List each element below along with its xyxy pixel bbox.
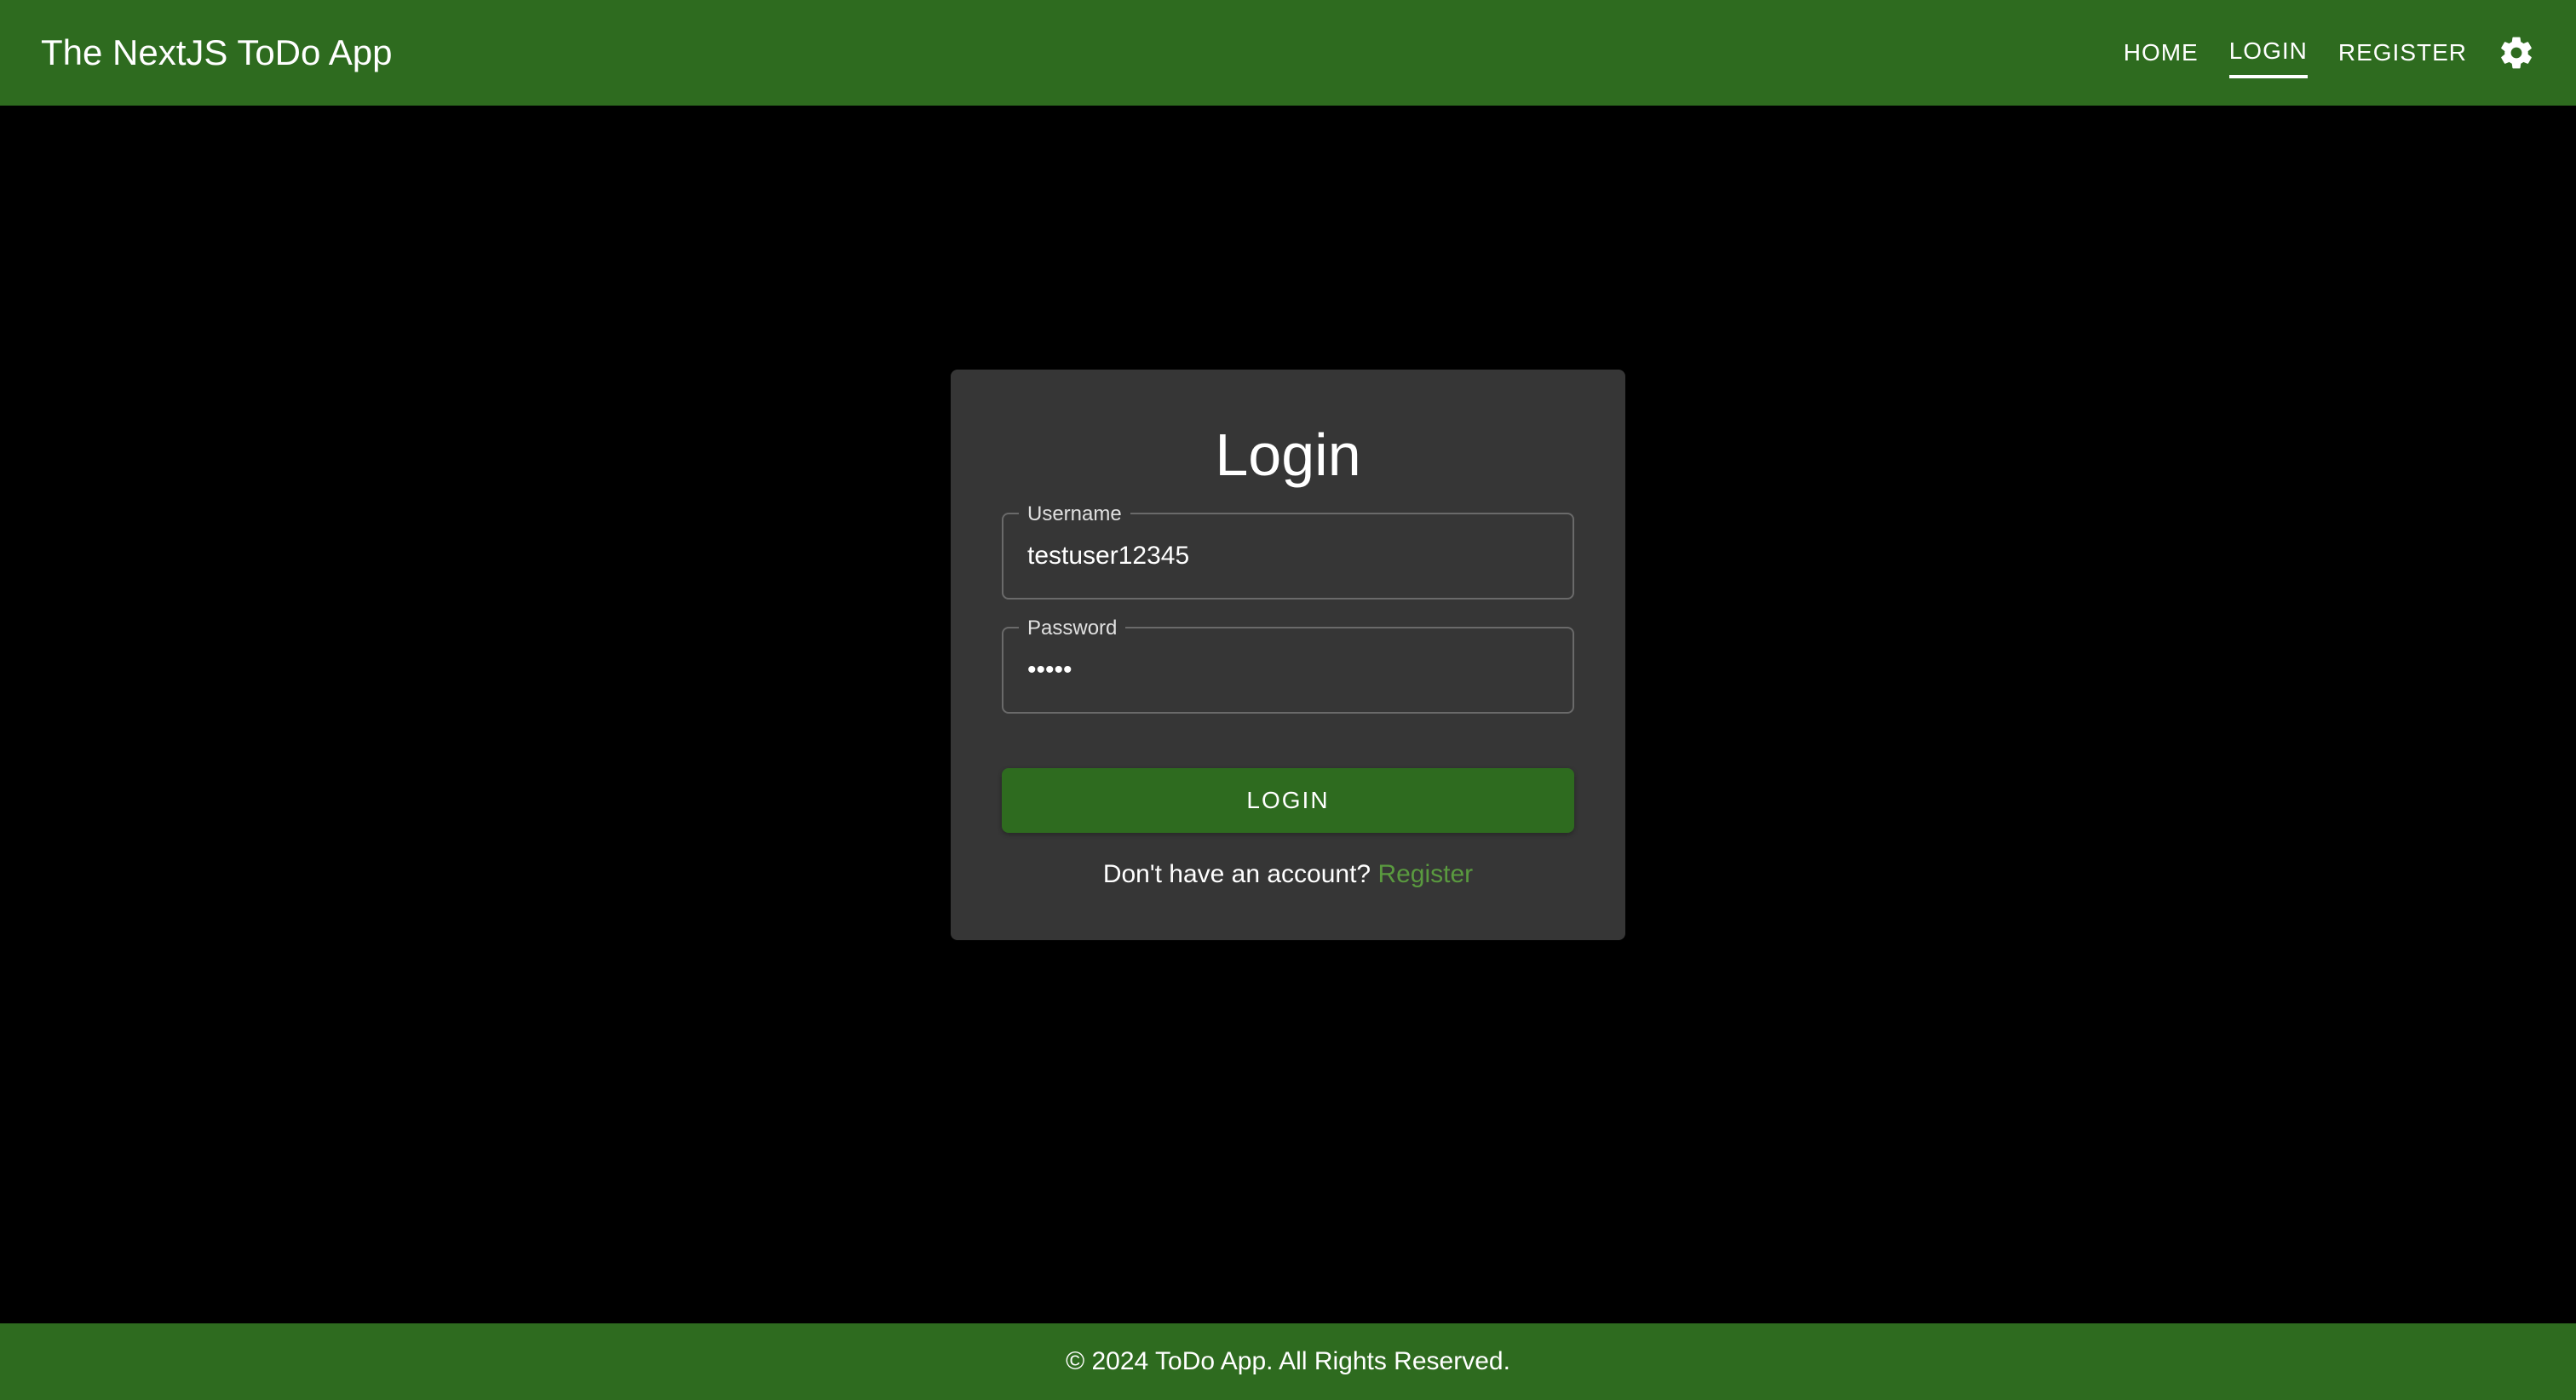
app-footer: © 2024 ToDo App. All Rights Reserved. — [0, 1323, 2576, 1400]
nav-home[interactable]: HOME — [2124, 29, 2199, 77]
app-title: The NextJS ToDo App — [41, 32, 392, 73]
nav-links: HOME LOGIN REGISTER — [2124, 27, 2535, 78]
login-card: Login Username Password LOGIN Don't have… — [951, 370, 1625, 940]
nav-login[interactable]: LOGIN — [2229, 27, 2308, 78]
register-link[interactable]: Register — [1377, 860, 1473, 888]
username-input-group: Username — [1002, 513, 1574, 600]
main-content: Login Username Password LOGIN Don't have… — [0, 106, 2576, 1323]
username-label: Username — [1019, 502, 1130, 526]
register-prompt: Don't have an account? Register — [1002, 860, 1574, 889]
register-prompt-text: Don't have an account? — [1103, 860, 1378, 888]
settings-icon[interactable] — [2498, 34, 2535, 72]
app-header: The NextJS ToDo App HOME LOGIN REGISTER — [0, 0, 2576, 106]
gear-icon — [2498, 34, 2535, 72]
nav-register[interactable]: REGISTER — [2338, 29, 2467, 77]
login-button[interactable]: LOGIN — [1002, 768, 1574, 833]
footer-text: © 2024 ToDo App. All Rights Reserved. — [1066, 1347, 1510, 1375]
password-label: Password — [1019, 617, 1125, 640]
password-input-group: Password — [1002, 627, 1574, 714]
login-title: Login — [1002, 421, 1574, 489]
